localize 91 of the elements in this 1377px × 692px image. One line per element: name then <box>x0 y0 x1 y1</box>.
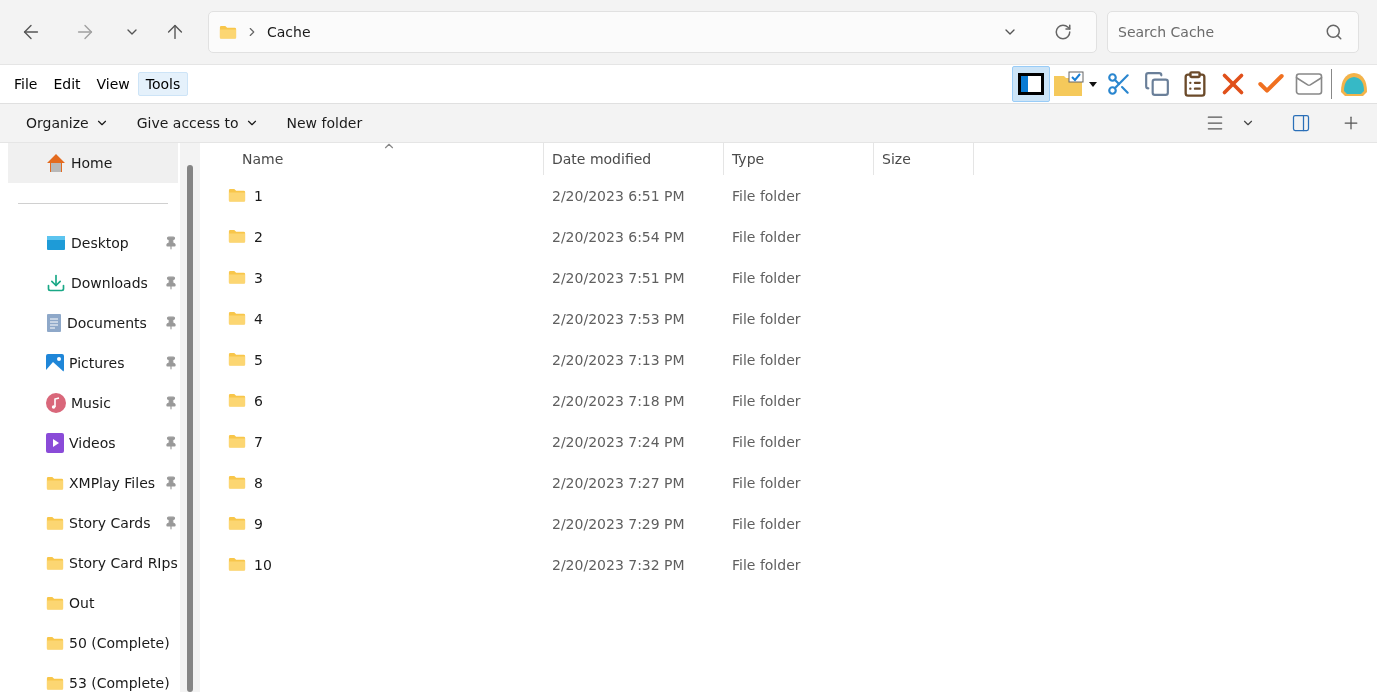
type-cell-text: File folder <box>731 474 802 491</box>
type-cell-text: File folder <box>731 228 802 245</box>
type-cell-text: File folder <box>731 351 802 368</box>
name-cell: 9 <box>222 515 544 532</box>
menu-item[interactable]: File <box>6 72 46 96</box>
details-pane-icon[interactable] <box>1291 113 1311 133</box>
name-cell: 4 <box>222 310 544 327</box>
folder-icon <box>228 188 246 203</box>
command-button[interactable]: New folder <box>274 111 375 135</box>
address-bar[interactable]: Cache <box>208 11 1097 53</box>
date-cell-text: 2/20/2023 7:24 PM <box>551 433 686 450</box>
folder-icon <box>46 555 64 571</box>
monitor-icon <box>46 235 66 251</box>
pane-icon <box>1018 73 1044 95</box>
column-header[interactable]: Date modified <box>544 143 724 175</box>
date-cell-text: 2/20/2023 7:51 PM <box>551 269 686 286</box>
sidebar-item[interactable]: Home <box>8 143 178 183</box>
folder-icon <box>228 557 246 572</box>
name-cell: 8 <box>222 474 544 491</box>
sidebar-item[interactable]: Out <box>8 583 178 623</box>
name-cell: 10 <box>222 556 544 573</box>
home-icon <box>46 153 66 173</box>
date-cell-text: 2/20/2023 7:29 PM <box>551 515 686 532</box>
document-icon <box>46 313 62 333</box>
folder-icon <box>228 434 246 449</box>
download-icon <box>46 273 66 293</box>
scissors-icon <box>1106 71 1132 97</box>
type-cell-text: File folder <box>731 187 802 204</box>
date-cell-text: 2/20/2023 7:53 PM <box>551 310 686 327</box>
menu-item[interactable]: View <box>88 72 138 96</box>
type-cell-text: File folder <box>731 515 802 532</box>
type-cell-text: File folder <box>731 556 802 573</box>
date-cell-text: 2/20/2023 6:54 PM <box>551 228 686 245</box>
date-cell-text: 2/20/2023 7:18 PM <box>551 392 686 409</box>
copy-icon <box>1144 71 1170 97</box>
column-header[interactable]: Type <box>724 143 874 175</box>
name-cell: 1 <box>222 187 544 204</box>
menu-item[interactable]: Tools <box>137 72 189 96</box>
sidebar-item[interactable]: 53 (Complete) <box>8 663 178 692</box>
video-icon <box>46 433 64 453</box>
breadcrumb[interactable]: Cache <box>267 24 311 40</box>
sidebar-item[interactable]: 50 (Complete) <box>8 623 178 663</box>
folder-icon <box>228 475 246 490</box>
folder-icon <box>228 352 246 367</box>
date-cell-text: 2/20/2023 7:32 PM <box>551 556 686 573</box>
search-field[interactable]: Search Cache <box>1107 11 1359 53</box>
folder-icon <box>228 393 246 408</box>
folder-icon <box>228 229 246 244</box>
sidebar-item[interactable]: Pictures <box>8 343 178 383</box>
column-header[interactable]: Size <box>874 143 974 175</box>
sidebar-item[interactable]: Music <box>8 383 178 423</box>
sidebar-item[interactable]: Story Card RIps <box>8 543 178 583</box>
folder-icon <box>46 675 64 691</box>
sidebar-item[interactable]: XMPlay Files <box>8 463 178 503</box>
type-cell-text: File folder <box>731 392 802 409</box>
type-cell-text: File folder <box>731 433 802 450</box>
folder-icon <box>219 24 237 40</box>
type-cell-text: File folder <box>731 310 802 327</box>
date-cell-text: 2/20/2023 7:27 PM <box>551 474 686 491</box>
sidebar-item[interactable]: Downloads <box>8 263 178 303</box>
command-button[interactable]: Organize <box>14 111 121 135</box>
picture-icon <box>46 354 64 372</box>
folder-icon <box>228 270 246 285</box>
search-icon <box>1325 23 1343 41</box>
scrollbar-thumb[interactable] <box>187 165 193 692</box>
name-cell: 7 <box>222 433 544 450</box>
name-cell: 3 <box>222 269 544 286</box>
pane-toggle-button[interactable] <box>1012 66 1050 102</box>
folder-icon <box>228 516 246 531</box>
name-cell: 2 <box>222 228 544 245</box>
folder-icon <box>46 595 64 611</box>
folder-icon <box>46 515 64 531</box>
folder-icon <box>228 311 246 326</box>
sidebar-item[interactable]: Desktop <box>8 223 178 263</box>
name-cell: 6 <box>222 392 544 409</box>
sidebar-item[interactable]: Videos <box>8 423 178 463</box>
date-cell-text: 2/20/2023 7:13 PM <box>551 351 686 368</box>
folder-check-icon <box>1053 71 1097 97</box>
folder-icon <box>46 635 64 651</box>
sidebar-item[interactable]: Documents <box>8 303 178 343</box>
music-note-icon <box>46 393 66 413</box>
menu-item[interactable]: Edit <box>45 72 89 96</box>
name-cell: 5 <box>222 351 544 368</box>
column-header[interactable]: Name <box>222 143 544 175</box>
folder-icon <box>46 475 64 491</box>
sidebar-item[interactable]: Story Cards <box>8 503 178 543</box>
type-cell-text: File folder <box>731 269 802 286</box>
command-button[interactable]: Give access to <box>124 111 271 135</box>
date-cell-text: 2/20/2023 6:51 PM <box>551 187 686 204</box>
shell-icon <box>1339 70 1369 98</box>
refresh-icon[interactable] <box>1054 23 1072 41</box>
